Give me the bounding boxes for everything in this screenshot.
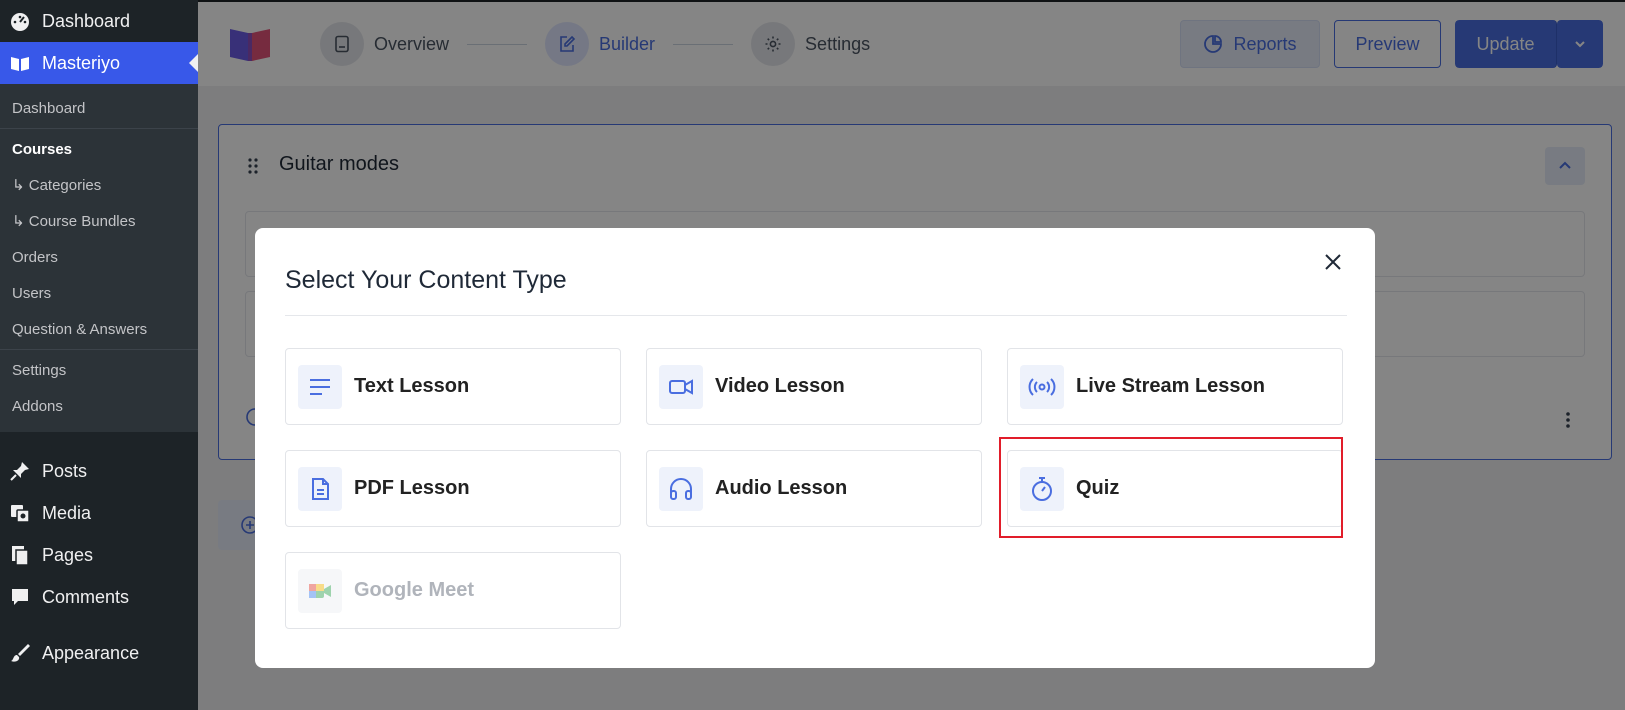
submenu-divider — [0, 128, 198, 129]
sidebar-label: Posts — [42, 460, 88, 481]
content-type-video-lesson[interactable]: Video Lesson — [646, 348, 982, 425]
pages-icon — [9, 544, 31, 566]
pin-icon — [9, 460, 31, 482]
submenu-item-question-answers[interactable]: Question & Answers — [0, 311, 198, 347]
media-icon — [9, 502, 31, 524]
google-meet-icon — [298, 568, 342, 613]
sidebar-item-appearance[interactable]: Appearance — [0, 632, 198, 674]
video-camera-icon — [659, 364, 703, 409]
modal-divider — [285, 315, 1347, 316]
dashboard-icon — [9, 10, 31, 32]
content-type-label: Text Lesson — [354, 375, 470, 397]
content-type-live-stream-lesson[interactable]: Live Stream Lesson — [1007, 348, 1343, 425]
book-icon — [9, 52, 31, 74]
submenu-item-settings[interactable]: Settings — [0, 352, 198, 388]
masteriyo-submenu: Dashboard Courses ↳ Categories ↳ Course … — [0, 84, 198, 432]
sidebar-label: Media — [42, 502, 92, 523]
content-type-text-lesson[interactable]: Text Lesson — [285, 348, 621, 425]
sidebar-label: Pages — [42, 544, 94, 565]
sidebar-label: Masteriyo — [42, 52, 121, 73]
sidebar-item-posts[interactable]: Posts — [0, 450, 198, 492]
content-type-modal: Select Your Content Type Text Lesson Vid… — [255, 228, 1375, 668]
menu-gap — [0, 618, 198, 632]
sidebar-label: Dashboard — [42, 10, 131, 31]
brush-icon — [9, 642, 31, 664]
headphones-icon — [659, 466, 703, 511]
submenu-item-dashboard[interactable]: Dashboard — [0, 90, 198, 126]
close-icon — [1325, 254, 1341, 270]
submenu-item-addons[interactable]: Addons — [0, 388, 198, 424]
submenu-item-categories[interactable]: ↳ Categories — [0, 167, 198, 203]
content-type-label: PDF Lesson — [354, 477, 470, 499]
sidebar-item-masteriyo[interactable]: Masteriyo — [0, 42, 198, 84]
submenu-item-orders[interactable]: Orders — [0, 239, 198, 275]
sidebar-item-dashboard[interactable]: Dashboard — [0, 0, 198, 42]
close-button[interactable] — [1317, 246, 1349, 278]
sidebar-item-comments[interactable]: Comments — [0, 576, 198, 618]
submenu-divider — [0, 349, 198, 350]
admin-sidebar: Dashboard Masteriyo Dashboard Courses ↳ … — [0, 0, 198, 710]
broadcast-icon — [1020, 364, 1064, 409]
content-type-label: Video Lesson — [715, 375, 845, 397]
content-type-audio-lesson[interactable]: Audio Lesson — [646, 450, 982, 527]
submenu-item-users[interactable]: Users — [0, 275, 198, 311]
content-type-google-meet: Google Meet — [285, 552, 621, 629]
sidebar-item-media[interactable]: Media — [0, 492, 198, 534]
sidebar-item-pages[interactable]: Pages — [0, 534, 198, 576]
modal-title: Select Your Content Type — [285, 266, 567, 294]
pdf-file-icon — [298, 466, 342, 511]
content-type-pdf-lesson[interactable]: PDF Lesson — [285, 450, 621, 527]
content-type-label: Google Meet — [354, 579, 475, 601]
menu-gap — [0, 432, 198, 450]
content-type-label: Audio Lesson — [715, 477, 848, 499]
quiz-highlight-box — [999, 437, 1343, 538]
content-type-label: Live Stream Lesson — [1076, 375, 1265, 397]
text-lines-icon — [298, 364, 342, 409]
submenu-item-courses[interactable]: Courses — [0, 131, 198, 167]
sidebar-label: Comments — [42, 586, 130, 607]
sidebar-label: Appearance — [42, 642, 140, 663]
comment-icon — [9, 586, 31, 608]
submenu-item-course-bundles[interactable]: ↳ Course Bundles — [0, 203, 198, 239]
